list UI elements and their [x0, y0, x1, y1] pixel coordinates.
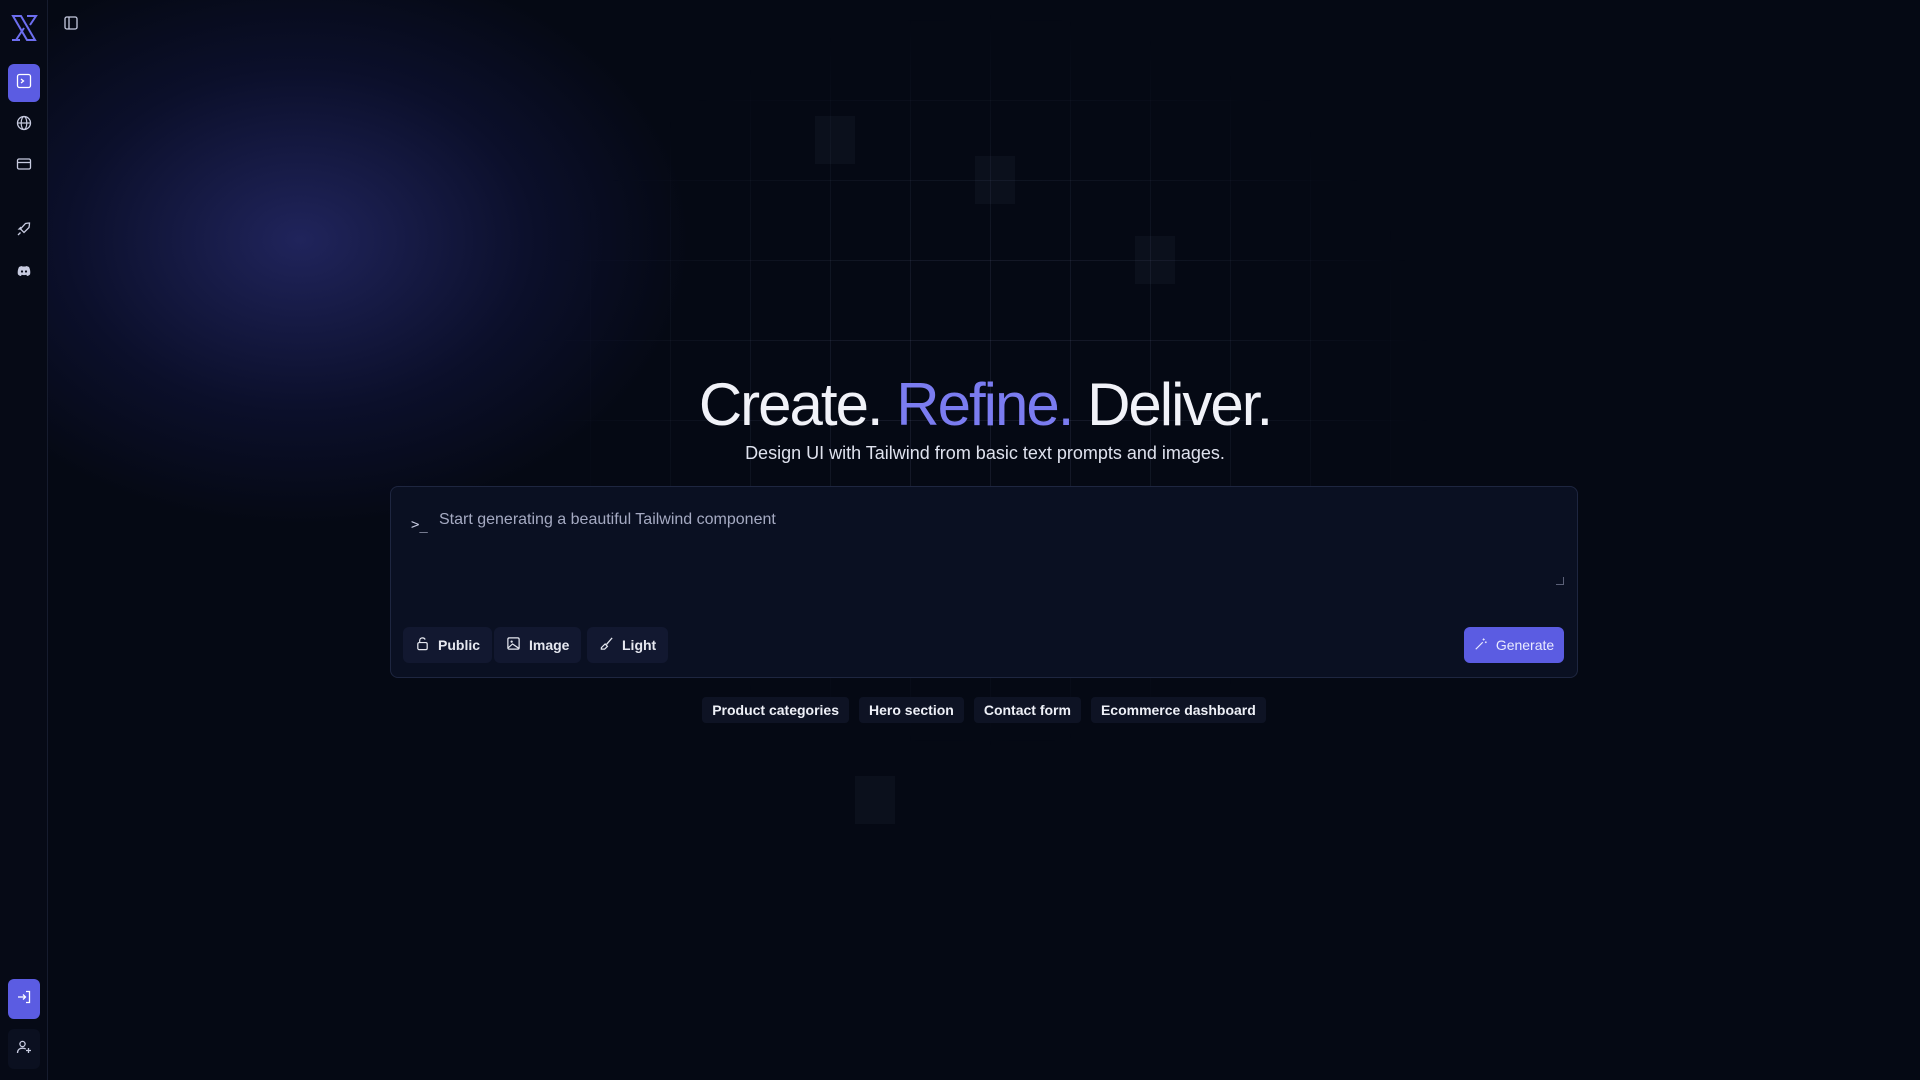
rocket-icon [16, 221, 32, 242]
terminal-prompt-icon: >_ [411, 517, 428, 533]
sidebar-item-generate[interactable] [8, 64, 40, 102]
login-icon [16, 989, 32, 1010]
theme-light-label: Light [622, 637, 657, 653]
grid-tile [975, 156, 1015, 204]
visibility-public-label: Public [438, 637, 481, 653]
suggestion-chip[interactable]: Contact form [973, 697, 1081, 723]
sign-up-button[interactable] [8, 1029, 40, 1069]
image-upload-button[interactable]: Image [494, 627, 582, 663]
globe-icon [16, 115, 32, 136]
hero-title-refine: Refine. [896, 371, 1074, 438]
add-user-icon [16, 1039, 32, 1060]
hero-title-create: Create. [698, 371, 884, 438]
theme-light-button[interactable]: Light [587, 627, 669, 663]
brush-icon [599, 636, 614, 654]
sidebar-item-discord[interactable] [8, 254, 40, 292]
prompt-input[interactable] [439, 511, 1549, 587]
discord-icon [16, 263, 32, 284]
image-upload-label: Image [529, 637, 570, 653]
hero-subtitle: Design UI with Tailwind from basic text … [745, 443, 1225, 463]
generate-button[interactable]: Generate [1464, 627, 1564, 663]
resize-handle[interactable] [1556, 577, 1564, 585]
sidebar-item-explore[interactable] [8, 106, 40, 144]
sidebar-item-launch[interactable] [8, 212, 40, 250]
suggestion-chips: Product categories Hero section Contact … [0, 697, 1920, 723]
visibility-public-button[interactable]: Public [403, 627, 493, 663]
suggestion-chip[interactable]: Product categories [702, 697, 850, 723]
image-icon [506, 636, 521, 654]
app-root: Create. Refine. Deliver. Design UI with … [0, 0, 1920, 1080]
grid-tile [855, 776, 895, 824]
sign-in-button[interactable] [8, 979, 40, 1019]
x-logo-icon[interactable] [9, 13, 39, 43]
sidebar [0, 0, 48, 1080]
generate-label: Generate [1495, 637, 1555, 653]
sidebar-item-billing[interactable] [8, 147, 40, 185]
terminal-icon [16, 73, 32, 94]
card-icon [16, 156, 32, 177]
grid-tile [1135, 236, 1175, 284]
sidebar-toggle-icon [63, 15, 79, 36]
hero-title-deliver: Deliver. [1087, 371, 1273, 438]
hero-title: Create. Refine. Deliver. [0, 370, 1920, 439]
prompt-panel: >_ Public Image Light Generate [390, 486, 1578, 678]
suggestion-chip[interactable]: Ecommerce dashboard [1090, 697, 1266, 723]
grid-tile [815, 116, 855, 164]
suggestion-chip[interactable]: Hero section [859, 697, 964, 723]
sidebar-toggle-button[interactable] [60, 14, 82, 36]
unlock-icon [415, 636, 430, 654]
wand-icon [1474, 637, 1488, 654]
